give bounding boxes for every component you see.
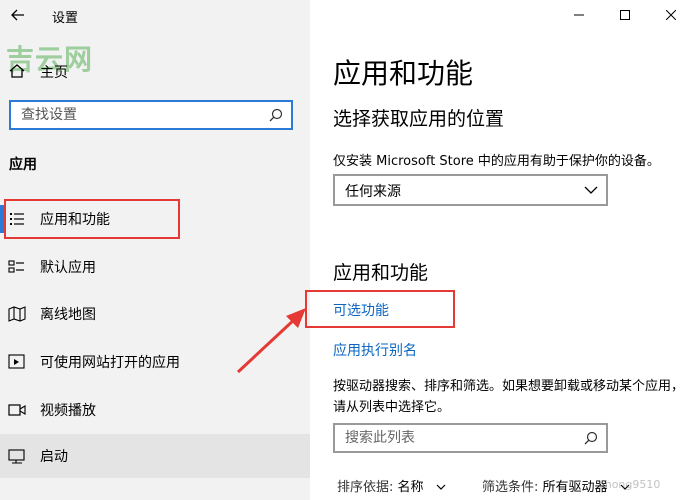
apps-list-description: 按驱动器搜索、排序和筛选。如果想要卸载或移动某个应用，请从列表中选择它。: [333, 379, 685, 415]
sidebar-item-label: 启动: [40, 449, 68, 465]
window-controls: [556, 0, 696, 30]
sidebar-item-startup[interactable]: 启动: [0, 434, 310, 478]
sort-value[interactable]: 名称: [398, 480, 424, 495]
page-title: 应用和功能: [333, 57, 474, 90]
back-arrow-icon: [11, 9, 24, 21]
close-button[interactable]: [648, 0, 694, 30]
annotation-arrow-icon: [236, 308, 306, 374]
sidebar-item-default-apps[interactable]: 默认应用: [0, 245, 310, 289]
filter-label: 筛选条件:: [482, 480, 539, 495]
search-input[interactable]: [11, 102, 261, 128]
search-settings-field[interactable]: [9, 100, 293, 130]
sidebar-item-label: 离线地图: [40, 307, 96, 323]
back-button[interactable]: [0, 0, 36, 30]
sort-by-control[interactable]: 排序依据: 名称: [337, 476, 446, 495]
choose-location-heading: 选择获取应用的位置: [333, 108, 505, 130]
sidebar: 设置 吉云网 主页 应用 应用和功能 默认应用: [0, 0, 310, 500]
close-icon: [666, 10, 676, 20]
sort-label: 排序依据:: [337, 480, 394, 495]
chevron-down-icon: [436, 484, 446, 490]
watermark-corner: ohong9510: [598, 478, 661, 491]
sidebar-item-label: 默认应用: [40, 260, 96, 276]
video-playback-icon: [8, 404, 26, 416]
sidebar-item-home[interactable]: 主页: [0, 56, 310, 86]
app-execution-alias-link[interactable]: 应用执行别名: [333, 340, 417, 360]
apps-features-heading: 应用和功能: [333, 262, 429, 284]
titlebar-left: 设置: [0, 0, 310, 30]
sidebar-item-label: 主页: [40, 65, 68, 81]
startup-icon: [8, 449, 25, 464]
offline-maps-icon: [8, 306, 26, 322]
default-apps-icon: [8, 260, 24, 273]
sidebar-item-video-playback[interactable]: 视频播放: [0, 388, 310, 432]
apps-for-websites-icon: [8, 354, 25, 369]
sidebar-section-title: 应用: [9, 157, 37, 173]
search-list-input[interactable]: [335, 425, 575, 451]
sidebar-item-label: 视频播放: [40, 403, 96, 419]
optional-features-link[interactable]: 可选功能: [333, 300, 389, 320]
minimize-icon: [574, 14, 584, 16]
maximize-button[interactable]: [602, 0, 648, 30]
window-title: 设置: [52, 11, 79, 26]
maximize-icon: [620, 10, 630, 20]
app-source-dropdown[interactable]: 任何来源: [333, 174, 608, 206]
dropdown-value: 任何来源: [345, 184, 401, 200]
minimize-button[interactable]: [556, 0, 602, 30]
annotation-highlight-sidebar: [4, 199, 180, 239]
search-icon[interactable]: [269, 108, 283, 122]
home-icon: [9, 64, 25, 78]
search-list-field[interactable]: [333, 423, 608, 453]
choose-location-description: 仅安装 Microsoft Store 中的应用有助于保护你的设备。: [333, 154, 660, 169]
chevron-down-icon: [584, 186, 598, 194]
search-icon[interactable]: [584, 431, 598, 445]
sidebar-item-label: 可使用网站打开的应用: [40, 355, 180, 371]
